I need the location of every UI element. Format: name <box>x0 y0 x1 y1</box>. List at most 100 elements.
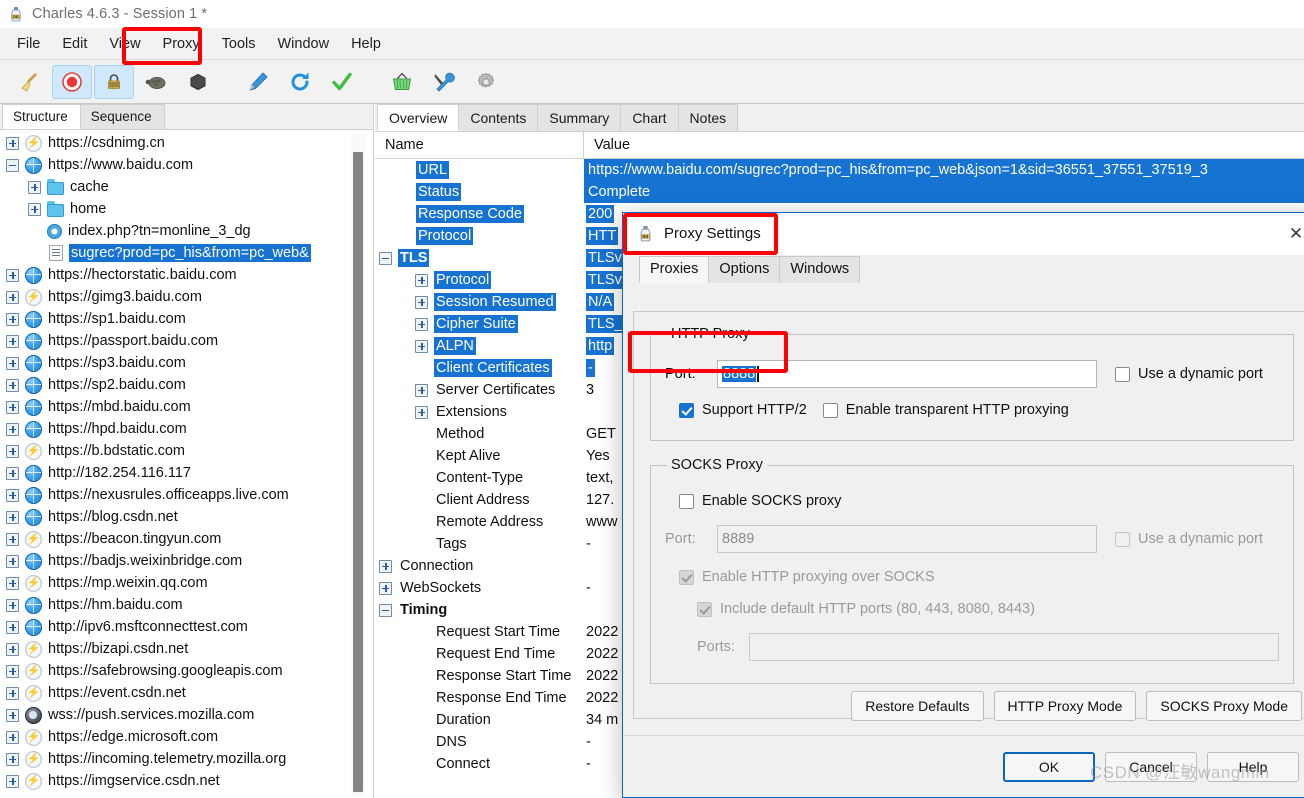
expand-icon[interactable] <box>415 317 428 331</box>
menu-tools[interactable]: Tools <box>211 32 267 56</box>
tree-row[interactable]: https://hectorstatic.baidu.com <box>0 264 373 286</box>
expand-icon[interactable] <box>6 422 19 436</box>
collapse-icon[interactable] <box>379 603 392 617</box>
tree-row[interactable]: https://beacon.tingyun.com <box>0 528 373 550</box>
tab-chart[interactable]: Chart <box>620 104 679 131</box>
collapse-icon[interactable] <box>379 251 392 265</box>
expand-icon[interactable] <box>6 334 19 348</box>
expand-icon[interactable] <box>6 356 19 370</box>
tab-notes[interactable]: Notes <box>677 104 739 131</box>
expand-icon[interactable] <box>6 752 19 766</box>
tree-row[interactable]: https://badjs.weixinbridge.com <box>0 550 373 572</box>
tab-structure[interactable]: Structure <box>2 104 81 129</box>
expand-icon[interactable] <box>6 488 19 502</box>
expand-icon[interactable] <box>6 686 19 700</box>
tree-row[interactable]: https://sp1.baidu.com <box>0 308 373 330</box>
tab-windows[interactable]: Windows <box>779 256 861 283</box>
expand-icon[interactable] <box>6 598 19 612</box>
expand-icon[interactable] <box>6 312 19 326</box>
socks-dynamic-port-checkbox[interactable] <box>1115 531 1130 547</box>
overview-row[interactable]: URL https://www.baidu.com/sugrec?prod=pc_… <box>375 159 1304 181</box>
tab-contents[interactable]: Contents <box>458 104 539 131</box>
settings-gear-icon[interactable] <box>466 65 506 99</box>
collapse-icon[interactable] <box>6 158 19 172</box>
tree-row[interactable]: https://sp3.baidu.com <box>0 352 373 374</box>
tree-scrollbar[interactable] <box>351 134 365 796</box>
tab-sequence[interactable]: Sequence <box>79 104 165 129</box>
tree-row[interactable]: index.php?tn=monline_3_dg <box>0 220 373 242</box>
tree-row[interactable]: https://blog.csdn.net <box>0 506 373 528</box>
tree-row[interactable]: https://incoming.telemetry.mozilla.org <box>0 748 373 770</box>
expand-icon[interactable] <box>28 180 41 194</box>
restore-defaults-button[interactable]: Restore Defaults <box>851 691 984 721</box>
expand-icon[interactable] <box>6 400 19 414</box>
expand-icon[interactable] <box>6 136 19 150</box>
enable-socks-checkbox[interactable] <box>679 493 694 509</box>
http-over-socks-checkbox[interactable] <box>679 569 694 585</box>
tab-proxies[interactable]: Proxies <box>639 256 710 283</box>
expand-icon[interactable] <box>415 295 428 309</box>
tree-row[interactable]: https://safebrowsing.googleapis.com <box>0 660 373 682</box>
tree-row[interactable]: https://csdnimg.cn <box>0 132 373 154</box>
expand-icon[interactable] <box>415 383 428 397</box>
repeat-refresh-icon[interactable] <box>280 65 320 99</box>
tree-row[interactable]: https://gimg3.baidu.com <box>0 286 373 308</box>
tree-row[interactable]: https://sp2.baidu.com <box>0 374 373 396</box>
compose-pen-icon[interactable] <box>238 65 278 99</box>
ssl-lock-icon[interactable] <box>94 64 134 99</box>
expand-icon[interactable] <box>379 559 392 573</box>
expand-icon[interactable] <box>6 664 19 678</box>
basket-icon[interactable] <box>382 65 422 99</box>
menu-edit[interactable]: Edit <box>51 32 98 56</box>
menu-view[interactable]: View <box>98 32 151 56</box>
tree-row[interactable]: https://mp.weixin.qq.com <box>0 572 373 594</box>
expand-icon[interactable] <box>6 510 19 524</box>
expand-icon[interactable] <box>415 273 428 287</box>
socks-ports-input[interactable] <box>749 633 1279 661</box>
expand-icon[interactable] <box>6 576 19 590</box>
tab-overview[interactable]: Overview <box>377 104 460 131</box>
expand-icon[interactable] <box>415 405 428 419</box>
expand-icon[interactable] <box>415 339 428 353</box>
menu-file[interactable]: File <box>6 32 51 56</box>
tree-row[interactable]: home <box>0 198 373 220</box>
socks-proxy-mode-button[interactable]: SOCKS Proxy Mode <box>1146 691 1302 721</box>
http-dynamic-port-checkbox[interactable] <box>1115 366 1130 382</box>
menu-help[interactable]: Help <box>340 32 392 56</box>
tree-row[interactable]: https://passport.baidu.com <box>0 330 373 352</box>
tab-options[interactable]: Options <box>708 256 781 283</box>
record-icon[interactable] <box>52 64 92 99</box>
throttle-turtle-icon[interactable] <box>136 65 176 99</box>
broom-icon[interactable] <box>10 65 50 99</box>
expand-icon[interactable] <box>28 202 41 216</box>
default-http-ports-checkbox[interactable] <box>697 601 712 617</box>
expand-icon[interactable] <box>6 290 19 304</box>
tree-row[interactable]: https://b.bdstatic.com <box>0 440 373 462</box>
expand-icon[interactable] <box>6 642 19 656</box>
tree-row[interactable]: http://182.254.116.117 <box>0 462 373 484</box>
socks-port-input[interactable]: 8889 <box>717 525 1097 553</box>
tree-row[interactable]: https://bizapi.csdn.net <box>0 638 373 660</box>
tree-row[interactable]: sugrec?prod=pc_his&from=pc_web& <box>0 242 373 264</box>
ok-button[interactable]: OK <box>1003 751 1095 782</box>
tab-summary[interactable]: Summary <box>537 104 622 131</box>
tree-row[interactable]: cache <box>0 176 373 198</box>
close-icon[interactable]: ✕ <box>1281 220 1304 248</box>
tree-row[interactable]: http://ipv6.msftconnecttest.com <box>0 616 373 638</box>
expand-icon[interactable] <box>6 268 19 282</box>
expand-icon[interactable] <box>6 444 19 458</box>
tree-row[interactable]: https://event.csdn.net <box>0 682 373 704</box>
expand-icon[interactable] <box>6 774 19 788</box>
tree-row[interactable]: https://hpd.baidu.com <box>0 418 373 440</box>
tree-row[interactable]: https://edge.microsoft.com <box>0 726 373 748</box>
column-header-value[interactable]: Value <box>584 132 1304 158</box>
expand-icon[interactable] <box>6 554 19 568</box>
validate-check-icon[interactable] <box>322 65 362 99</box>
expand-icon[interactable] <box>6 730 19 744</box>
tree-row[interactable]: wss://push.services.mozilla.com <box>0 704 373 726</box>
tree-row[interactable]: https://mbd.baidu.com <box>0 396 373 418</box>
expand-icon[interactable] <box>6 378 19 392</box>
menu-window[interactable]: Window <box>266 32 340 56</box>
expand-icon[interactable] <box>379 581 392 595</box>
transparent-proxying-checkbox[interactable] <box>822 402 838 418</box>
